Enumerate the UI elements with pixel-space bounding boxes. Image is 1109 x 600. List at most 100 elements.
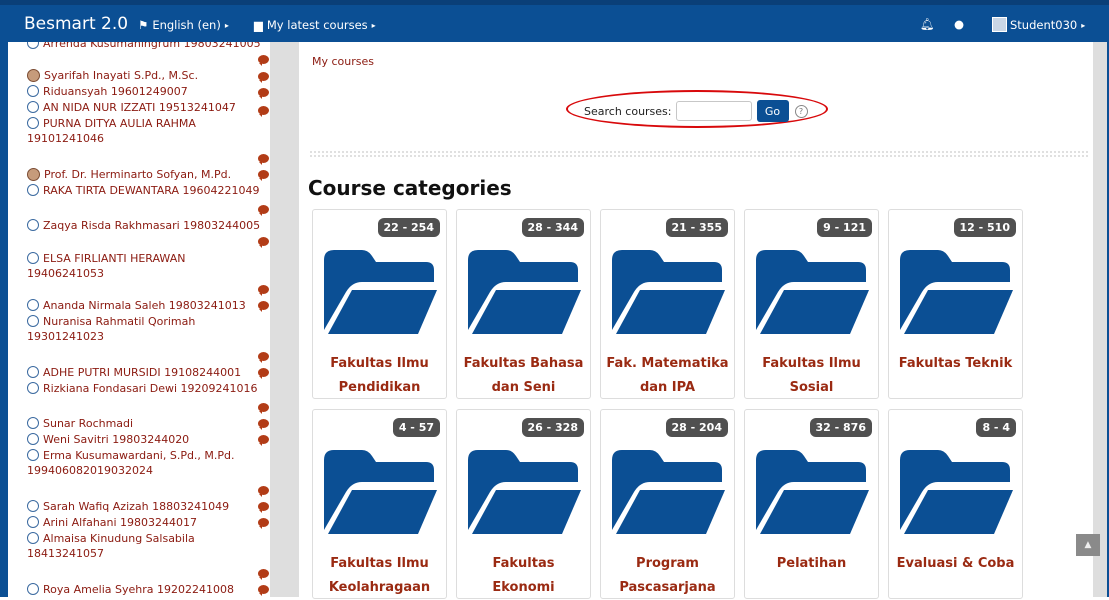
- help-icon[interactable]: ?: [794, 104, 808, 118]
- online-user-item[interactable]: Sarah Wafiq Azizah 18803241049: [27, 499, 229, 514]
- course-search-form: Search courses: Go ?: [584, 100, 808, 122]
- message-bubble-icon[interactable]: [258, 435, 269, 446]
- language-menu[interactable]: ⚑ English (en) ▸: [138, 18, 229, 32]
- online-user-item[interactable]: PURNA DITYA AULIA RAHMA 19101241046: [27, 116, 196, 146]
- user-avatar-icon: [27, 532, 39, 544]
- message-bubble-icon[interactable]: [258, 368, 269, 379]
- online-user-item[interactable]: Riduansyah 19601249007: [27, 84, 188, 99]
- message-bubble-icon[interactable]: [258, 518, 269, 529]
- category-card[interactable]: 9 - 121 Fakultas Ilmu Sosial: [744, 209, 879, 399]
- messages-icon[interactable]: ●: [954, 17, 964, 31]
- online-user-item[interactable]: Syarifah Inayati S.Pd., M.Sc.: [27, 68, 198, 83]
- online-user-name: Zaqya Risda Rakhmasari 19803244005: [43, 219, 261, 232]
- message-bubble-icon[interactable]: [258, 170, 269, 181]
- user-avatar-icon: [27, 449, 39, 461]
- category-card[interactable]: 32 - 876 Pelatihan: [744, 409, 879, 599]
- message-bubble-icon[interactable]: [258, 205, 269, 216]
- breadcrumb[interactable]: My courses: [312, 55, 374, 68]
- category-title-link[interactable]: Fak. Matematika dan IPA: [601, 352, 734, 400]
- category-title-link[interactable]: Program Pascasarjana: [601, 552, 734, 600]
- folder-icon[interactable]: [754, 448, 871, 540]
- online-user-item[interactable]: AN NIDA NUR IZZATI 19513241047: [27, 100, 236, 115]
- category-card[interactable]: 21 - 355 Fak. Matematika dan IPA: [600, 209, 735, 399]
- course-count-badge: 9 - 121: [817, 218, 872, 237]
- message-bubble-icon[interactable]: [258, 72, 269, 83]
- category-card[interactable]: 4 - 57 Fakultas Ilmu Keolahragaan: [312, 409, 447, 599]
- category-title-link[interactable]: Fakultas Bahasa dan Seni: [457, 352, 590, 400]
- online-user-item[interactable]: Sunar Rochmadi: [27, 416, 133, 431]
- online-user-item[interactable]: Weni Savitri 19803244020: [27, 432, 189, 447]
- category-card[interactable]: 8 - 4 Evaluasi & Coba: [888, 409, 1023, 599]
- message-bubble-icon[interactable]: [258, 154, 269, 165]
- message-bubble-icon[interactable]: [258, 352, 269, 363]
- category-card[interactable]: 26 - 328 Fakultas Ekonomi: [456, 409, 591, 599]
- scroll-to-top-button[interactable]: ▲: [1076, 534, 1100, 556]
- message-bubble-icon[interactable]: [258, 569, 269, 580]
- message-bubble-icon[interactable]: [258, 419, 269, 430]
- user-name: Student030: [1010, 18, 1078, 32]
- online-user-item[interactable]: Roya Amelia Syehra 19202241008: [27, 582, 234, 597]
- user-avatar-icon: [27, 500, 39, 512]
- user-avatar[interactable]: [992, 17, 1007, 32]
- user-avatar-icon: [27, 42, 39, 49]
- folder-icon[interactable]: [898, 448, 1015, 540]
- category-title-link[interactable]: Fakultas Ekonomi: [457, 552, 590, 600]
- folder-icon[interactable]: [466, 448, 583, 540]
- online-user-name: Arini Alfahani 19803244017: [43, 516, 198, 529]
- online-user-item[interactable]: ELSA FIRLIANTI HERAWAN 19406241053: [27, 251, 185, 281]
- message-bubble-icon[interactable]: [258, 237, 269, 248]
- online-user-item[interactable]: Almaisa Kinudung Salsabila 18413241057: [27, 531, 195, 561]
- course-count-badge: 12 - 510: [953, 218, 1016, 237]
- notifications-bell-icon[interactable]: 🔔︎: [920, 17, 935, 31]
- online-user-item[interactable]: ADHE PUTRI MURSIDI 19108244001: [27, 365, 241, 380]
- message-bubble-icon[interactable]: [258, 88, 269, 99]
- category-title-link[interactable]: Evaluasi & Coba: [889, 552, 1022, 576]
- briefcase-icon: ▆: [254, 18, 263, 32]
- category-card[interactable]: 12 - 510 Fakultas Teknik: [888, 209, 1023, 399]
- category-title-link[interactable]: Fakultas Ilmu Keolahragaan: [313, 552, 446, 600]
- online-user-name: Weni Savitri 19803244020: [43, 433, 190, 446]
- category-title-link[interactable]: Fakultas Ilmu Sosial: [745, 352, 878, 400]
- online-user-item[interactable]: Arini Alfahani 19803244017: [27, 515, 197, 530]
- online-user-name: ADHE PUTRI MURSIDI 19108244001: [43, 366, 242, 379]
- message-bubble-icon[interactable]: [258, 502, 269, 513]
- message-bubble-icon[interactable]: [258, 585, 269, 596]
- category-card[interactable]: 28 - 204 Program Pascasarjana: [600, 409, 735, 599]
- online-user-item[interactable]: RAKA TIRTA DEWANTARA 19604221049: [27, 183, 260, 198]
- message-bubble-icon[interactable]: [258, 106, 269, 117]
- message-bubble-icon[interactable]: [258, 55, 269, 66]
- folder-icon[interactable]: [466, 248, 583, 340]
- go-button[interactable]: Go: [756, 100, 789, 122]
- online-user-name: Erma Kusumawardani, S.Pd., M.Pd. 19940608…: [27, 449, 235, 477]
- folder-icon[interactable]: [754, 248, 871, 340]
- online-user-item[interactable]: Zaqya Risda Rakhmasari 19803244005: [27, 218, 260, 233]
- online-user-item[interactable]: Arrenda Kusumaningrum 19803241005: [27, 42, 261, 51]
- category-card[interactable]: 22 - 254 Fakultas Ilmu Pendidikan: [312, 209, 447, 399]
- category-card[interactable]: 28 - 344 Fakultas Bahasa dan Seni: [456, 209, 591, 399]
- category-title-link[interactable]: Fakultas Ilmu Pendidikan: [313, 352, 446, 400]
- folder-icon[interactable]: [610, 448, 727, 540]
- brand-title[interactable]: Besmart 2.0: [24, 14, 128, 34]
- online-user-item[interactable]: Ananda Nirmala Saleh 19803241013: [27, 298, 246, 313]
- online-user-item[interactable]: Rizkiana Fondasari Dewi 19209241016: [27, 381, 258, 396]
- category-title-link[interactable]: Pelatihan: [745, 552, 878, 576]
- course-count-badge: 26 - 328: [521, 418, 584, 437]
- folder-icon[interactable]: [610, 248, 727, 340]
- user-menu[interactable]: Student030 ▸: [1010, 18, 1085, 32]
- online-user-item[interactable]: Nuranisa Rahmatil Qorimah 19301241023: [27, 314, 195, 344]
- online-user-name: Prof. Dr. Herminarto Sofyan, M.Pd.: [44, 168, 232, 181]
- user-avatar-icon: [27, 583, 39, 595]
- folder-icon[interactable]: [322, 248, 439, 340]
- user-avatar-icon: [27, 101, 39, 113]
- online-user-item[interactable]: Prof. Dr. Herminarto Sofyan, M.Pd.: [27, 167, 231, 182]
- online-user-item[interactable]: Erma Kusumawardani, S.Pd., M.Pd. 19940608…: [27, 448, 235, 478]
- category-title-link[interactable]: Fakultas Teknik: [889, 352, 1022, 376]
- folder-icon[interactable]: [322, 448, 439, 540]
- message-bubble-icon[interactable]: [258, 301, 269, 312]
- message-bubble-icon[interactable]: [258, 403, 269, 414]
- folder-icon[interactable]: [898, 248, 1015, 340]
- message-bubble-icon[interactable]: [258, 486, 269, 497]
- message-bubble-icon[interactable]: [258, 285, 269, 296]
- my-courses-menu[interactable]: ▆ My latest courses ▸: [254, 18, 376, 32]
- search-input[interactable]: [675, 101, 752, 121]
